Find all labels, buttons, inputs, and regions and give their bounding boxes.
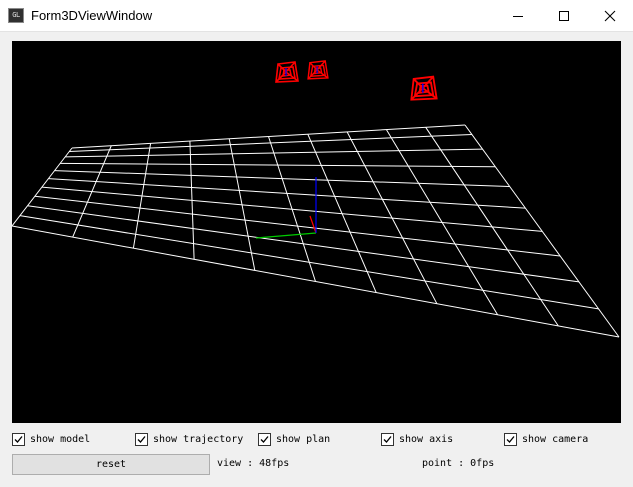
x-axis-line: [309, 215, 317, 234]
show-axis-checkbox[interactable]: show axis: [381, 429, 453, 449]
scene-canvas[interactable]: [12, 41, 621, 423]
checkbox-box[interactable]: [12, 432, 25, 446]
show-plan-label: show plan: [276, 433, 331, 445]
grid-line: [346, 131, 438, 304]
camera-frustum: [410, 75, 438, 101]
show-trajectory-checkbox[interactable]: show trajectory: [135, 429, 243, 449]
maximize-button[interactable]: [541, 0, 587, 31]
show-plan-checkbox[interactable]: show plan: [258, 429, 330, 449]
checkmark-icon: [506, 435, 515, 443]
grid-line: [12, 147, 73, 227]
grid-line: [228, 138, 256, 271]
camera-frustum: [307, 60, 329, 80]
checkbox-box[interactable]: [258, 432, 271, 446]
show-trajectory-label: show trajectory: [153, 433, 244, 445]
minimize-button[interactable]: [495, 0, 541, 31]
window-title: Form3DViewWindow: [31, 8, 153, 23]
show-model-checkbox[interactable]: show model: [12, 429, 90, 449]
show-camera-checkbox[interactable]: show camera: [504, 429, 588, 449]
grid-line: [307, 134, 377, 293]
close-icon: [604, 10, 616, 21]
view-fps-readout: view : 48fps: [217, 458, 290, 469]
grid-line: [72, 145, 112, 238]
checkmark-icon: [14, 435, 23, 443]
maximize-icon: [559, 10, 569, 21]
grid-line: [385, 129, 499, 316]
origin-axes: [255, 177, 317, 239]
checkmark-icon: [260, 435, 269, 443]
camera-frustums: [275, 60, 438, 101]
show-axis-label: show axis: [399, 433, 454, 445]
form3dview-window: GL Form3DViewWindow show model show traj…: [0, 0, 633, 487]
y-axis-line: [255, 232, 317, 239]
show-camera-label: show camera: [522, 433, 589, 445]
3d-viewport[interactable]: [12, 41, 621, 423]
checkbox-box[interactable]: [504, 432, 517, 446]
checkmark-icon: [137, 435, 146, 443]
checkbox-box[interactable]: [381, 432, 394, 446]
grid-line: [464, 124, 620, 338]
title-bar[interactable]: GL Form3DViewWindow: [0, 0, 633, 32]
checkmark-icon: [383, 435, 392, 443]
camera-frustum: [275, 61, 299, 83]
show-model-label: show model: [30, 433, 91, 445]
minimize-icon: [513, 15, 523, 17]
reset-button[interactable]: reset: [12, 454, 210, 475]
close-button[interactable]: [587, 0, 633, 31]
app-icon: GL: [8, 8, 24, 23]
point-fps-readout: point : 0fps: [422, 458, 495, 469]
options-row: show model show trajectory show plan sho…: [0, 429, 633, 449]
checkbox-box[interactable]: [135, 432, 148, 446]
